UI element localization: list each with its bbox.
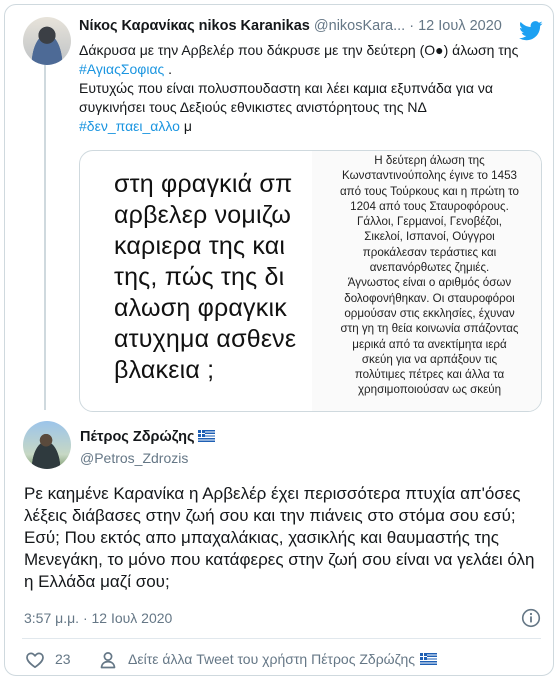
twitter-bird-icon[interactable] bbox=[519, 21, 543, 41]
greece-flag-icon bbox=[198, 430, 216, 442]
media-text-line: ορμούσαν στις εκκλησίες, έχυναν bbox=[344, 306, 515, 320]
media-right-panel: Η δεύτερη άλωση της Κωνσταντινούπολης έγ… bbox=[312, 151, 541, 411]
media-text-line: της, πώς της δι bbox=[114, 263, 285, 291]
see-more-tweets-link[interactable]: Δείτε άλλα Tweet του χρήστη Πέτρος Ζδρώζ… bbox=[128, 651, 438, 667]
tweet-timestamp[interactable]: 3:57 μ.μ. · 12 Ιουλ 2020 bbox=[24, 610, 172, 626]
media-text-line: αλωση φραγκικ bbox=[114, 294, 287, 322]
user-icon[interactable] bbox=[98, 650, 118, 670]
parent-tweet-text: Δάκρυσα με την Αρβελέρ που δάκρυσε με τη… bbox=[79, 41, 539, 136]
media-left-panel: στη φραγκιά σπ αρβελερ νομιζω καριερα τη… bbox=[80, 151, 312, 411]
tweet-text-fragment: μ bbox=[179, 118, 192, 134]
media-text-line: στη φραγκιά σπ bbox=[114, 170, 293, 198]
author-handle[interactable]: @Petros_Zdrozis bbox=[80, 450, 188, 466]
like-count[interactable]: 23 bbox=[55, 651, 71, 667]
author-name-row[interactable]: Πέτρος Ζδρώζης bbox=[80, 429, 216, 445]
reply-tweet-text: Ρε καημένε Καρανίκα η Αρβελέρ έχει περισ… bbox=[24, 484, 535, 591]
tweet-text-line: Δάκρυσα με την Αρβελέρ που δάκρυσε με τη… bbox=[79, 42, 519, 58]
media-text-line: σκεύη για να αρπάξουν τις bbox=[361, 352, 498, 366]
parent-tweet-header: Νίκος Καρανίκας nikos Karanikas @nikosKa… bbox=[79, 18, 519, 40]
tweet-media-image[interactable]: στη φραγκιά σπ αρβελερ νομιζω καριερα τη… bbox=[79, 150, 542, 412]
media-text-line: Άγνωστος είναι ο αριθμός όσων bbox=[347, 276, 512, 290]
media-text-line: Κωνσταντινούπολης έγινε το 1453 bbox=[342, 169, 517, 183]
tweet-date[interactable]: 12 Ιουλ 2020 bbox=[418, 18, 502, 34]
author-name[interactable]: Νίκος Καρανίκας nikos Karanikas bbox=[79, 18, 310, 34]
separator-dot: · bbox=[409, 18, 415, 34]
thread-connector-line bbox=[44, 65, 46, 410]
media-text-line: Γάλλοι, Γερμανοί, Γενοβέζοι, bbox=[357, 215, 502, 229]
hashtag-link[interactable]: #δεν_παει_αλλο bbox=[79, 118, 180, 134]
media-text-line: 1204 από τους Σταυροφόρους. bbox=[350, 199, 509, 213]
media-text-line: από τους Τούρκους και η πρώτη το bbox=[339, 184, 520, 198]
media-text-line: ατυχημα ασθενε bbox=[114, 325, 297, 353]
media-text-line: δολοφονήθηκαν. Οι σταυροφόροι bbox=[344, 291, 515, 305]
media-text-line: πολύτιμες πέτρες και άλλα τα bbox=[354, 368, 505, 382]
hashtag-link[interactable]: #ΑγιαςΣοφιας bbox=[79, 61, 164, 77]
parent-tweet[interactable]: Νίκος Καρανίκας nikos Karanikas @nikosKa… bbox=[5, 5, 553, 412]
media-text-line: χρησιμοποιούσαν ως σκεύη bbox=[357, 383, 502, 397]
media-text-line: Σικελοί, Ισπανοί, Ούγγροι bbox=[364, 230, 495, 244]
avatar[interactable] bbox=[23, 421, 71, 469]
media-text-line: βλακεια ; bbox=[114, 356, 215, 384]
media-text-line: καριερα της και bbox=[114, 232, 286, 260]
greece-flag-icon bbox=[420, 653, 438, 665]
avatar[interactable] bbox=[23, 17, 71, 65]
author-name[interactable]: Πέτρος Ζδρώζης bbox=[80, 429, 194, 445]
media-text-line: Η δεύτερη άλωση της bbox=[374, 154, 485, 167]
tweet-text-line: Ευτυχώς που είναι πολυσπουδαστη και λέει… bbox=[79, 80, 493, 115]
info-icon[interactable] bbox=[521, 608, 541, 628]
media-text-line: στη γη τη θεία κοινωνία σπάζοντας bbox=[340, 322, 519, 336]
media-text-line: προκάλεσαν τεράστιες και bbox=[362, 245, 497, 259]
author-handle[interactable]: @nikosKara... bbox=[314, 18, 405, 34]
see-more-label[interactable]: Δείτε άλλα Tweet του χρήστη Πέτρος Ζδρώζ… bbox=[128, 651, 415, 667]
tweet-embed-card: Νίκος Καρανίκας nikos Karanikas @nikosKa… bbox=[4, 4, 554, 676]
heart-icon[interactable] bbox=[25, 650, 45, 670]
tweet-text-fragment: . bbox=[164, 61, 173, 77]
media-text-line: ανεπανόρθωτες ζημιές. bbox=[369, 261, 490, 275]
divider bbox=[22, 638, 541, 639]
media-text-line: μερικά από τα ανεκτίμητα ιερά bbox=[352, 337, 507, 351]
media-text-line: αρβελερ νομιζω bbox=[114, 201, 292, 229]
